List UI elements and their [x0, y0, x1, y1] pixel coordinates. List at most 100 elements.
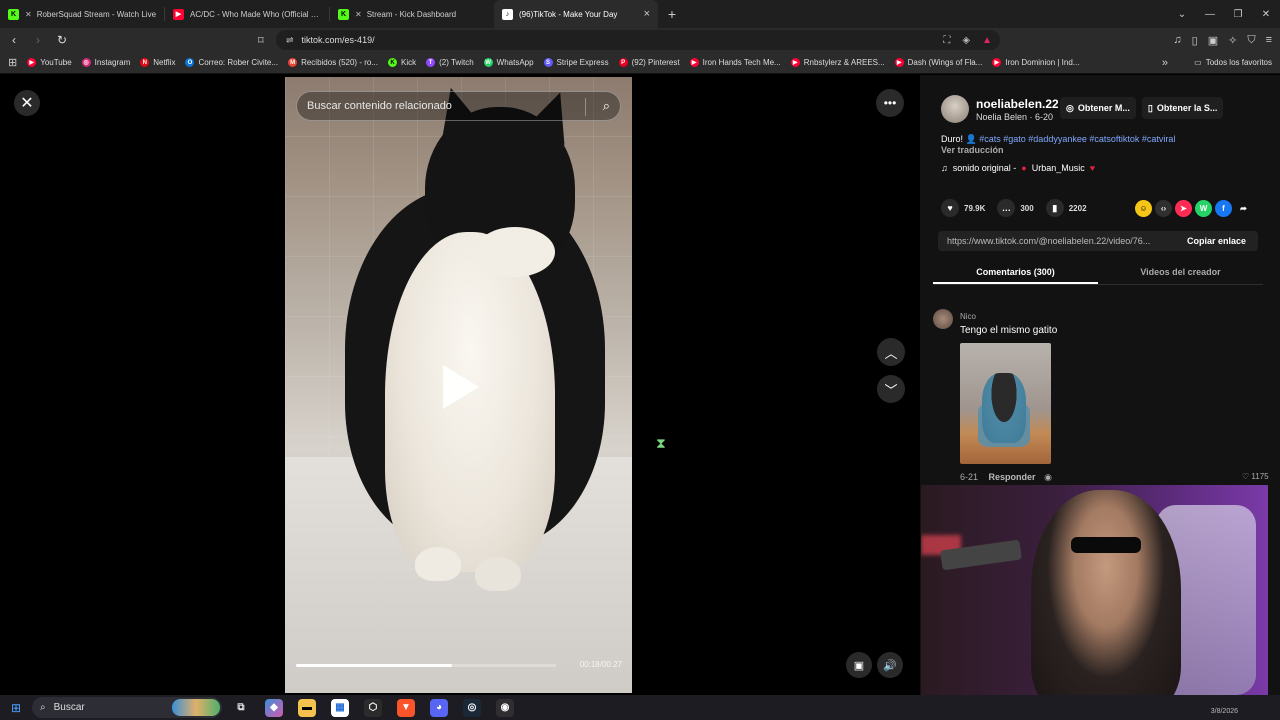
muted-speaker-icon[interactable]: ✕ [25, 10, 32, 19]
all-bookmarks-button[interactable]: ▭ Todos los favoritos [1194, 58, 1272, 67]
menu-icon[interactable]: ≡ [1266, 34, 1272, 47]
bookmark-youtube-3[interactable]: ▶ Rnbstylerz & AREES... [790, 58, 885, 67]
comment-meta: 6-21 Responder ◉ [960, 472, 1052, 483]
reload-button[interactable]: ↻ [52, 33, 72, 47]
hashtags[interactable]: #cats #gato #daddyyankee #catsoftiktok #… [979, 134, 1175, 144]
bookmark-whatsapp[interactable]: W WhatsApp [483, 58, 534, 67]
bookmark-youtube-4[interactable]: ▶ Dash (Wings of Fla... [894, 58, 982, 67]
bookmark-outlook[interactable]: O Correo: Rober Civite... [185, 58, 278, 67]
send-icon[interactable]: ➤ [1175, 200, 1192, 217]
author-name-date: Noelia Belen · 6-20 [976, 111, 1054, 122]
url-field[interactable]: ⇌ tiktok.com/es-419/ ⛶ ◈ ▲ [276, 30, 1000, 50]
windows-start-icon[interactable]: ⊞ [0, 701, 32, 715]
new-tab-button[interactable]: + [658, 6, 686, 22]
apps-grid-icon[interactable]: ⊞ [8, 56, 17, 69]
media-icon[interactable]: ♫ [1173, 34, 1181, 47]
bookmark-icon[interactable]: ⌑ [258, 34, 264, 47]
share-arrow-icon[interactable]: ➦ [1235, 200, 1252, 217]
share-buttons: ☺ ‹› ➤ W f ➦ [1135, 200, 1252, 217]
related-search-input[interactable]: Buscar contenido relacionado ⌕ [296, 91, 621, 121]
bookmark-youtube[interactable]: ▶ YouTube [27, 58, 72, 67]
floating-player-button[interactable]: ▣ [846, 652, 872, 678]
coin-icon[interactable]: ☺ [1135, 200, 1152, 217]
steam-icon[interactable]: ◎ [463, 698, 481, 717]
save-button[interactable]: ▮ 2202 [1045, 199, 1087, 217]
next-video-button[interactable]: ﹀ [877, 375, 905, 403]
author-info[interactable]: noeliabelen.22 Noelia Belen · 6-20 [941, 95, 1058, 123]
search-icon[interactable]: ⌕ [603, 98, 610, 114]
bookmark-twitch[interactable]: T (2) Twitch [426, 58, 474, 67]
get-music-button[interactable]: ◎ Obtener M... [1060, 97, 1136, 119]
music-note-icon: ♫ [941, 163, 948, 173]
previous-video-button[interactable]: ︿ [877, 338, 905, 366]
video-player[interactable]: Buscar contenido relacionado ⌕ 00:18/00:… [285, 77, 632, 693]
embed-icon[interactable]: ‹› [1155, 200, 1172, 217]
comment-button[interactable]: … 300 [997, 199, 1034, 217]
tab-creator-videos[interactable]: Videos del creador [1098, 263, 1263, 284]
minimize-button[interactable]: — [1196, 9, 1224, 20]
close-tab-icon[interactable]: × [644, 8, 650, 20]
bookmark-instagram[interactable]: ◎ Instagram [81, 58, 130, 67]
vpn-icon[interactable]: ⛉ [1247, 34, 1255, 47]
see-translation-link[interactable]: Ver traducción [941, 145, 1004, 155]
back-button[interactable]: ‹ [4, 33, 24, 47]
discord-icon[interactable]: ◕ [430, 698, 448, 717]
close-video-button[interactable]: ✕ [14, 90, 40, 116]
post-description: Duro! 👤 #cats #gato #daddyyankee #catsof… [941, 133, 1175, 145]
bookmark-netflix[interactable]: N Netflix [140, 58, 175, 67]
volume-button[interactable]: 🔊 [877, 652, 903, 678]
tab-search-icon[interactable]: ⌄ [1168, 9, 1196, 20]
translate-icon[interactable]: ⛶ [943, 35, 950, 46]
file-explorer-icon[interactable]: ▬ [298, 698, 316, 717]
maximize-button[interactable]: ❐ [1224, 9, 1252, 20]
avatar[interactable] [933, 309, 953, 329]
browser-tab[interactable]: ▶ AC/DC - Who Made Who (Official HD [165, 0, 329, 28]
post-url: https://www.tiktok.com/@noeliabelen.22/v… [947, 236, 1151, 246]
comment-like[interactable]: ♡ 1175 [1242, 472, 1269, 481]
bookmark-label: Recibidos (520) - ro... [301, 58, 378, 67]
close-window-button[interactable]: ✕ [1252, 9, 1280, 20]
youtube-icon: ▶ [894, 58, 904, 67]
browser-tab-active[interactable]: ♪ (96)TikTok - Make Your Day × [494, 0, 658, 28]
ai-icon[interactable]: ✧ [1228, 34, 1237, 47]
facebook-share-icon[interactable]: f [1215, 200, 1232, 217]
forward-button[interactable]: › [28, 33, 48, 47]
store-icon[interactable]: ▦ [331, 698, 349, 717]
site-info-icon[interactable]: ⇌ [286, 35, 294, 46]
bookmark-kick[interactable]: K Kick [387, 58, 416, 67]
bookmark-pinterest[interactable]: P (92) Pinterest [618, 58, 680, 67]
author-handle[interactable]: noeliabelen.22 [976, 97, 1058, 111]
more-bookmarks-icon[interactable]: » [1162, 57, 1168, 69]
bookmark-gmail[interactable]: M Recibidos (520) - ro... [288, 58, 378, 67]
avatar[interactable] [941, 95, 969, 123]
brave-icon[interactable]: ▼ [397, 698, 415, 717]
browser-tab[interactable]: K ✕ Stream - Kick Dashboard [330, 0, 494, 28]
taskbar-search[interactable]: ⌕ Buscar [32, 697, 222, 718]
brave-shield-icon[interactable]: ◈ [962, 35, 970, 46]
like-button[interactable]: ♥ 79.9K [941, 199, 985, 217]
wallet-icon[interactable]: ▣ [1208, 34, 1218, 47]
more-options-button[interactable]: ••• [876, 89, 904, 117]
task-view-icon[interactable]: ⧉ [232, 699, 250, 717]
tab-comments[interactable]: Comentarios (300) [933, 263, 1098, 284]
copilot-icon[interactable]: ◆ [265, 698, 283, 717]
copy-link-button[interactable]: Copiar enlace [1187, 236, 1246, 246]
comment-image[interactable] [960, 343, 1051, 464]
bookmark-youtube-5[interactable]: ▶ Iron Dominion | Ind... [992, 58, 1079, 67]
play-icon[interactable] [443, 365, 479, 409]
obs-icon[interactable]: ◉ [496, 698, 514, 717]
comment-username[interactable]: Nico [960, 312, 976, 321]
music-link[interactable]: ♫ sonido original - ● Urban_Music ♥ [941, 163, 1095, 173]
muted-speaker-icon[interactable]: ✕ [355, 10, 362, 19]
bookmark-stripe[interactable]: S Stripe Express [543, 58, 609, 67]
bookmark-youtube-2[interactable]: ▶ Iron Hands Tech Me... [689, 58, 781, 67]
sidebar-icon[interactable]: ▯ [1192, 34, 1198, 47]
get-download-button[interactable]: ▯ Obtener la S... [1141, 97, 1224, 119]
reply-button[interactable]: Responder [989, 472, 1036, 482]
app-icon[interactable]: ⬡ [364, 698, 382, 717]
video-progress-bar[interactable] [296, 664, 556, 667]
browser-tab[interactable]: K ✕ RoberSquad Stream - Watch Live [0, 0, 164, 28]
person-emoji-icon: 👤 [965, 134, 977, 144]
rewards-icon[interactable]: ▲ [982, 35, 992, 46]
whatsapp-share-icon[interactable]: W [1195, 200, 1212, 217]
